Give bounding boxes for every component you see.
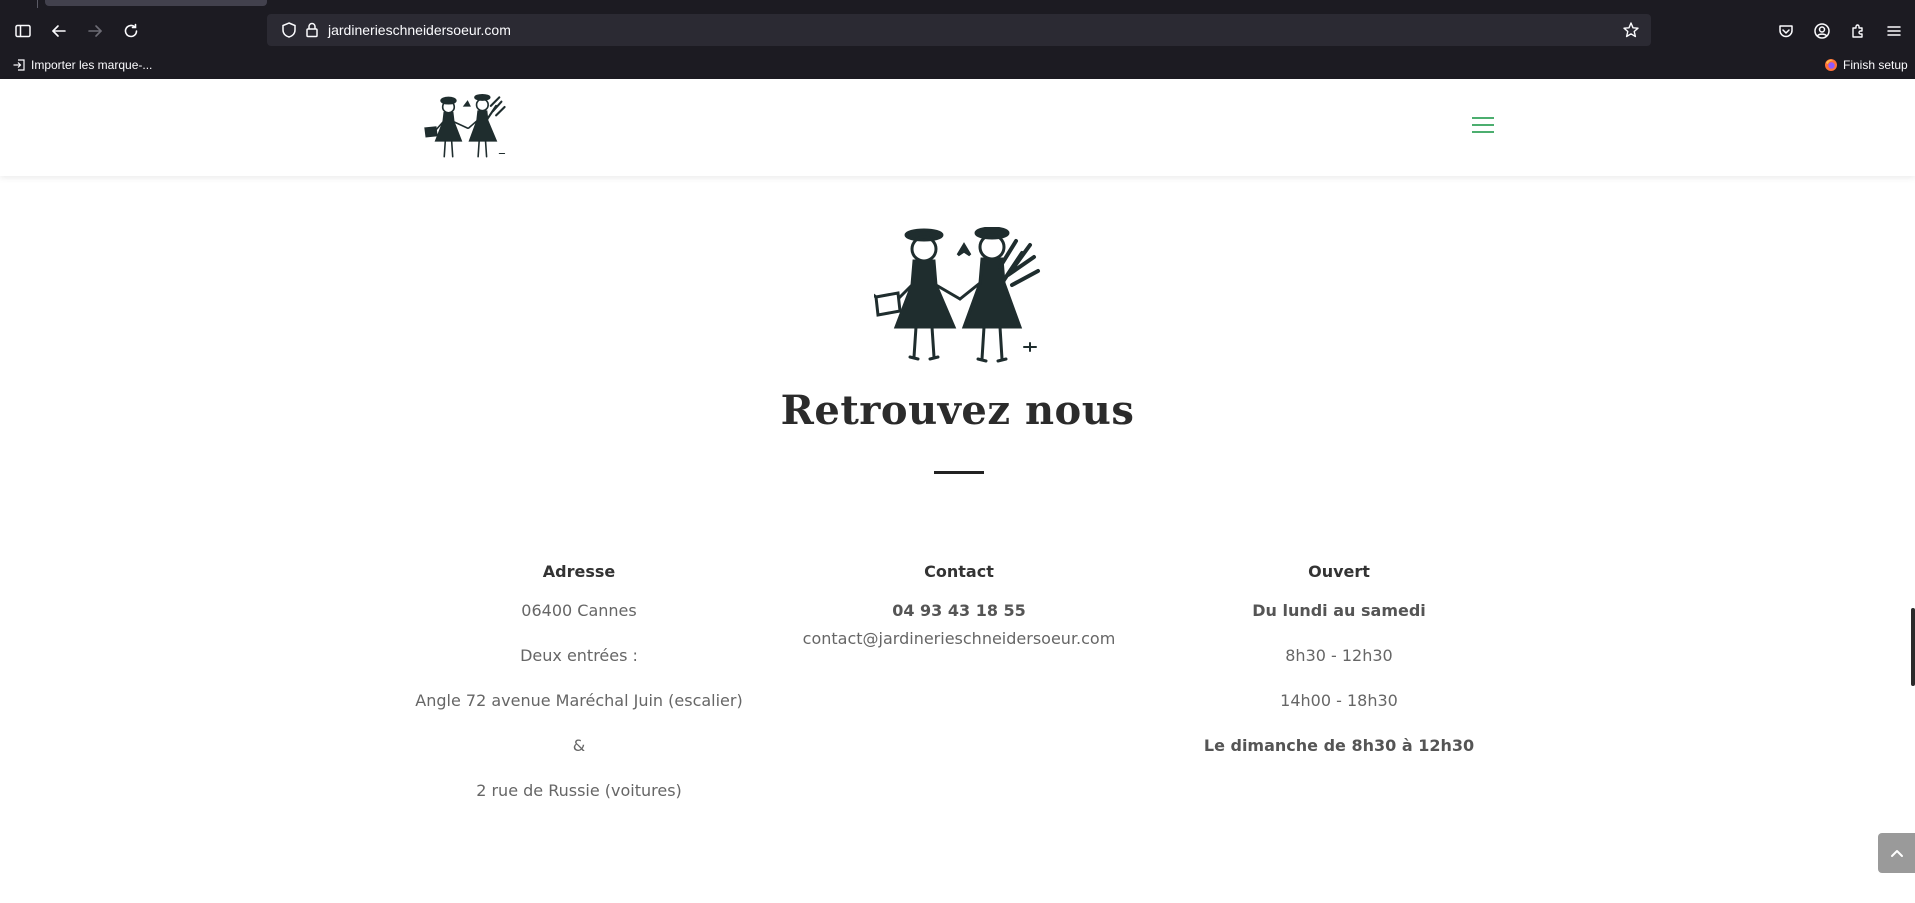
contact-email[interactable]: contact@jardinerieschneidersoeur.com	[769, 628, 1149, 650]
navigation-toolbar: jardinerieschneidersoeur.com	[0, 10, 1915, 51]
address-entrances-label: Deux entrées :	[520, 646, 638, 665]
address-ampersand: &	[572, 736, 586, 755]
address-city: 06400 Cannes	[521, 601, 637, 620]
contact-column: Contact 04 93 43 18 55 contact@jardineri…	[769, 561, 1149, 656]
hours-column: Ouvert Du lundi au samedi 8h30 - 12h30 1…	[1149, 561, 1529, 780]
menu-icon[interactable]	[1879, 16, 1909, 46]
hours-title: Ouvert	[1308, 562, 1370, 581]
back-arrow-icon[interactable]	[44, 16, 74, 46]
contact-phone[interactable]: 04 93 43 18 55	[769, 600, 1149, 622]
tab-strip	[0, 0, 1915, 10]
hours-sunday: Le dimanche de 8h30 à 12h30	[1203, 736, 1475, 755]
address-entrance-cars: 2 rue de Russie (voitures)	[476, 781, 682, 800]
hours-afternoon: 14h00 - 18h30	[1280, 691, 1398, 710]
bookmarks-toolbar: Importer les marque-... Finish setup	[0, 51, 1915, 79]
contact-title: Contact	[924, 562, 994, 581]
scroll-to-top-button[interactable]	[1878, 833, 1915, 873]
hours-morning: 8h30 - 12h30	[1285, 646, 1393, 665]
sidebar-icon[interactable]	[8, 16, 38, 46]
account-icon[interactable]	[1807, 16, 1837, 46]
heading-divider	[934, 471, 984, 474]
scrollbar-thumb[interactable]	[1911, 608, 1915, 686]
browser-chrome: jardinerieschneidersoeur.com Importer le…	[0, 0, 1915, 79]
address-bar[interactable]: jardinerieschneidersoeur.com	[267, 14, 1651, 46]
address-title: Adresse	[542, 562, 616, 581]
menu-toggle-button[interactable]	[1472, 117, 1494, 135]
reload-icon[interactable]	[116, 16, 146, 46]
lock-icon[interactable]	[303, 21, 321, 39]
tab-separator	[37, 0, 38, 8]
address-entrance-stairs: Angle 72 avenue Maréchal Juin (escalier)	[415, 691, 743, 710]
forward-arrow-icon[interactable]	[80, 16, 110, 46]
hero-logo-illustration	[874, 227, 1040, 363]
address-column: Adresse 06400 Cannes Deux entrées : Angl…	[389, 561, 769, 825]
site-header	[0, 79, 1915, 176]
hours-weekdays: Du lundi au samedi	[1252, 601, 1426, 620]
star-icon[interactable]	[1622, 21, 1640, 39]
url-text[interactable]: jardinerieschneidersoeur.com	[328, 14, 511, 46]
finish-setup-label: Finish setup	[1843, 58, 1908, 72]
import-bookmarks-label: Importer les marque-...	[31, 58, 153, 72]
shield-icon[interactable]	[280, 21, 298, 39]
page-viewport: Retrouvez nous Adresse 06400 Cannes Deux…	[0, 79, 1915, 903]
active-tab[interactable]	[45, 0, 267, 6]
finish-setup-item[interactable]: Finish setup	[1824, 56, 1908, 74]
chevron-up-icon	[1890, 850, 1903, 857]
site-logo[interactable]	[422, 90, 512, 162]
pocket-icon[interactable]	[1771, 16, 1801, 46]
section-heading: Retrouvez nous	[780, 387, 1135, 434]
extensions-icon[interactable]	[1843, 16, 1873, 46]
import-bookmarks-item[interactable]: Importer les marque-...	[12, 56, 152, 74]
firefox-icon	[1825, 59, 1837, 71]
import-icon	[13, 59, 25, 71]
